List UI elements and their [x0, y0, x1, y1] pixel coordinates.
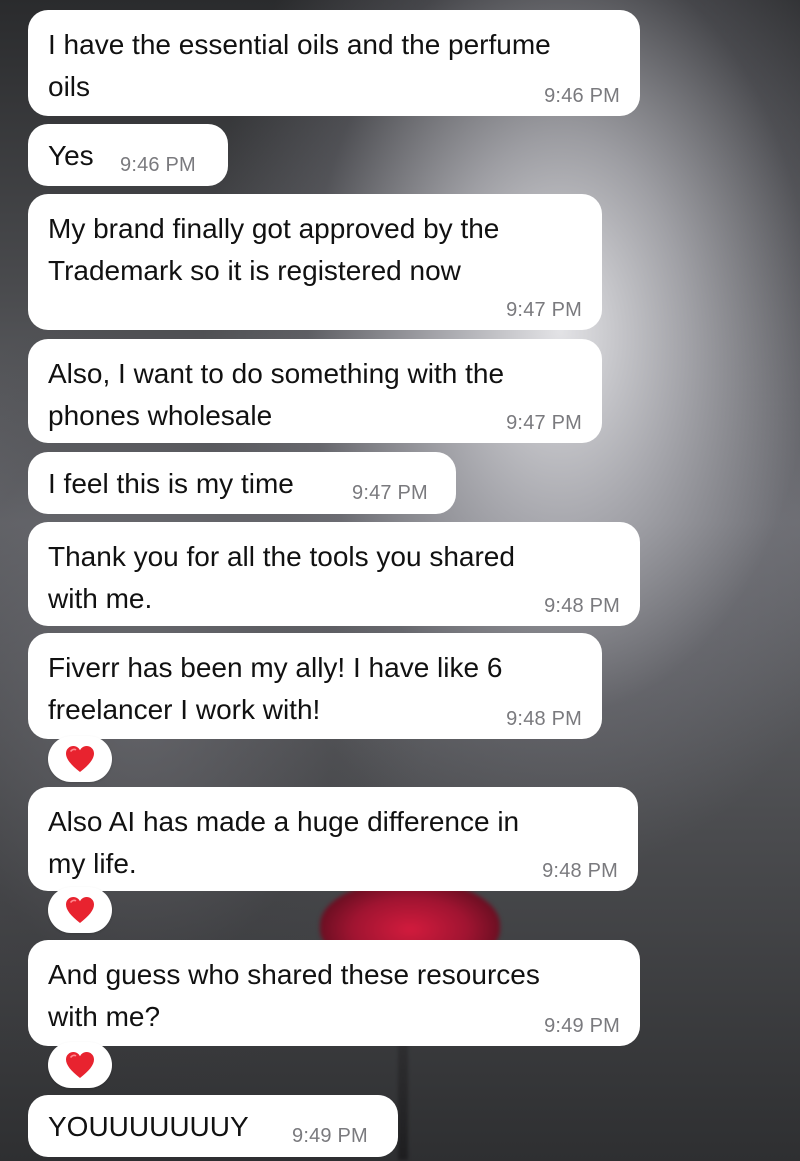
message-timestamp: 9:48 PM — [544, 595, 620, 617]
reaction-badge[interactable] — [48, 887, 112, 933]
heart-icon — [66, 1052, 94, 1078]
message-timestamp: 9:46 PM — [120, 154, 196, 176]
message-bubble[interactable]: And guess who shared these resources wit… — [28, 940, 640, 1046]
message-text: I feel this is my time — [48, 468, 294, 499]
message-timestamp: 9:48 PM — [506, 708, 582, 730]
message-bubble[interactable]: I have the essential oils and the perfum… — [28, 10, 640, 116]
message-bubble[interactable]: I feel this is my time 9:47 PM — [28, 452, 456, 514]
message-text: Also AI has made a huge difference in my… — [48, 806, 520, 879]
message-bubble[interactable]: Also AI has made a huge difference in my… — [28, 787, 638, 891]
reaction-badge[interactable] — [48, 1042, 112, 1088]
heart-icon — [66, 746, 94, 772]
reaction-badge[interactable] — [48, 736, 112, 782]
message-bubble[interactable]: My brand finally got approved by the Tra… — [28, 194, 602, 330]
message-text: YOUUUUUUUY — [48, 1111, 249, 1142]
message-timestamp: 9:47 PM — [506, 412, 582, 434]
message-bubble[interactable]: Fiverr has been my ally! I have like 6 f… — [28, 633, 602, 739]
message-timestamp: 9:47 PM — [506, 299, 582, 321]
message-bubble[interactable]: Yes 9:46 PM — [28, 124, 228, 186]
message-text: Fiverr has been my ally! I have like 6 f… — [48, 652, 503, 725]
message-timestamp: 9:47 PM — [352, 482, 428, 504]
chat-thread[interactable]: I have the essential oils and the perfum… — [0, 0, 800, 1161]
message-bubble[interactable]: Thank you for all the tools you shared w… — [28, 522, 640, 626]
message-timestamp: 9:46 PM — [544, 85, 620, 107]
message-text: My brand finally got approved by the Tra… — [48, 213, 500, 286]
message-bubble[interactable]: YOUUUUUUUY 9:49 PM — [28, 1095, 398, 1157]
message-text: Also, I want to do something with the ph… — [48, 358, 505, 431]
message-text: And guess who shared these resources wit… — [48, 959, 540, 1032]
message-timestamp: 9:49 PM — [292, 1125, 368, 1147]
message-timestamp: 9:49 PM — [544, 1015, 620, 1037]
message-text: Thank you for all the tools you shared w… — [48, 541, 515, 614]
message-timestamp: 9:48 PM — [542, 860, 618, 882]
message-text: I have the essential oils and the perfum… — [48, 29, 551, 102]
message-bubble[interactable]: Also, I want to do something with the ph… — [28, 339, 602, 443]
heart-icon — [66, 897, 94, 923]
message-text: Yes — [48, 140, 94, 171]
